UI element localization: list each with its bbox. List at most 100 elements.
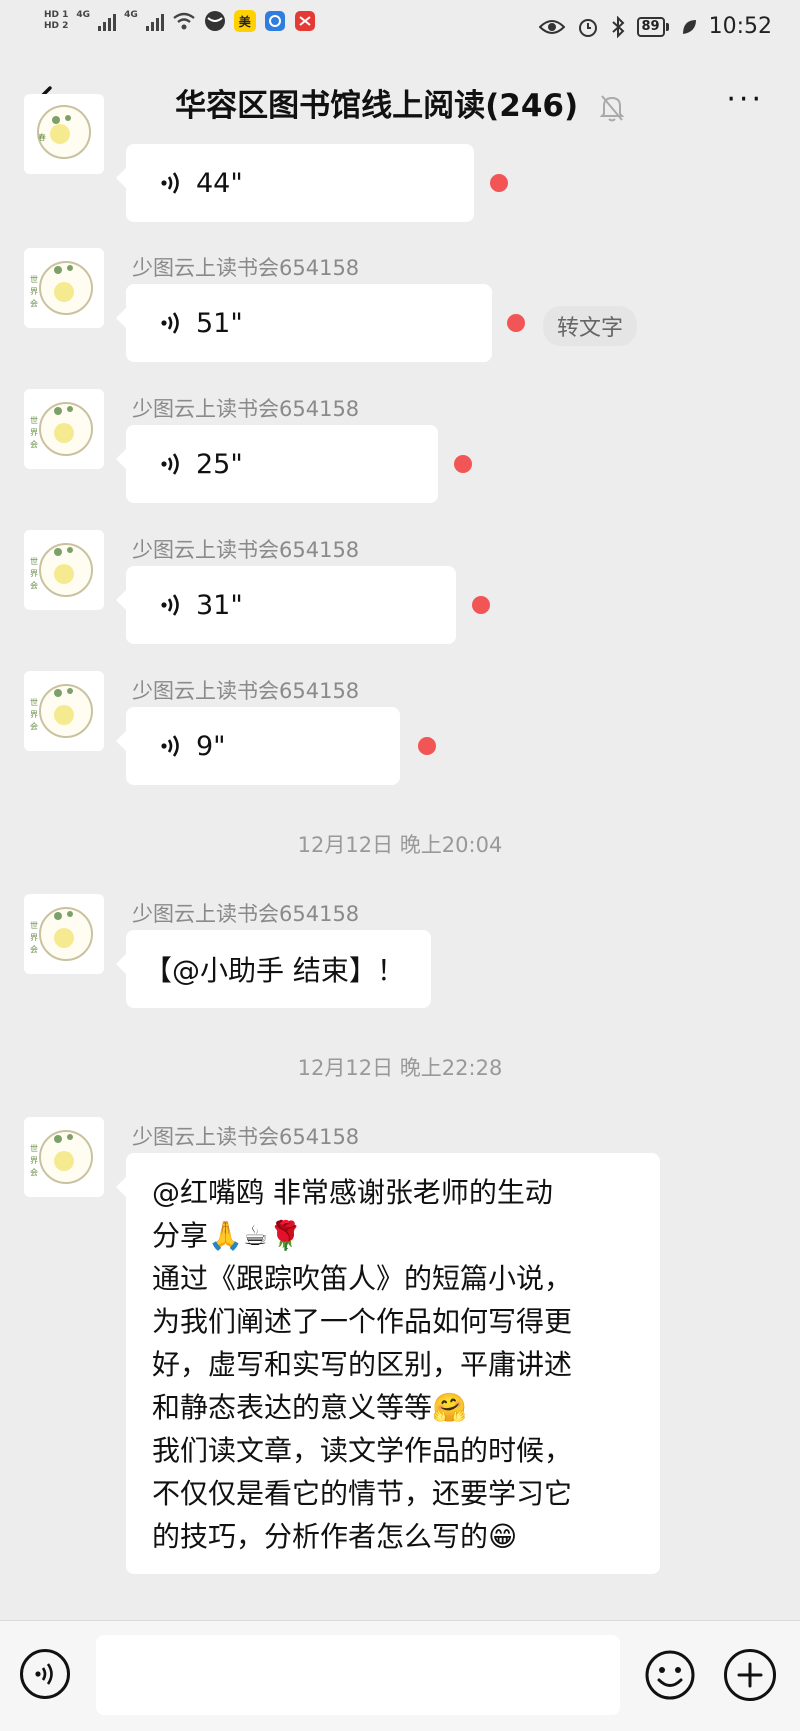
unread-dot [490, 174, 508, 192]
message-line: @红嘴鸥 非常感谢张老师的生动 [152, 1176, 553, 1209]
svg-text:会: 会 [30, 298, 38, 308]
wifi-icon [172, 12, 195, 30]
text-message-bubble[interactable]: @红嘴鸥 非常感谢张老师的生动 分享🙏☕🌹 通过《跟踪吹笛人》的短篇小说， 为我… [116, 1153, 660, 1574]
svg-text:世: 世 [30, 697, 38, 707]
meituan-app-icon: 美 [233, 10, 256, 32]
voice-message-bubble[interactable]: 25" [116, 425, 438, 503]
network-type-2: 4G [124, 10, 138, 20]
avatar[interactable]: 世界会 [24, 530, 104, 610]
message-line: 为我们阐述了一个作品如何写得更 [152, 1305, 573, 1338]
input-bar [0, 1620, 800, 1731]
bluetooth-icon [611, 15, 624, 38]
svg-text:会: 会 [30, 580, 38, 590]
avatar[interactable]: 世界会 [24, 248, 104, 328]
voice-duration: 25" [196, 448, 243, 480]
voice-duration: 9" [196, 730, 226, 762]
voice-message-bubble[interactable]: 44" [116, 144, 474, 222]
status-right: 89 10:52 [538, 14, 772, 39]
avatar[interactable]: 春 [24, 94, 104, 174]
avatar[interactable]: 世界会 [24, 1117, 104, 1197]
svg-text:界: 界 [30, 710, 38, 719]
voice-wave-icon [161, 594, 179, 616]
eye-icon [538, 19, 565, 34]
sender-name: 少图云上读书会654158 [132, 538, 360, 562]
voice-input-icon [35, 1663, 53, 1685]
svg-text:世: 世 [30, 415, 38, 425]
battery-icon: 89 [636, 16, 669, 37]
svg-text:界: 界 [30, 428, 38, 437]
grin-emoji-icon: 😁 [488, 1520, 518, 1553]
emoji-icons: 🙏☕🌹 [208, 1219, 303, 1252]
voice-duration: 44" [196, 167, 243, 199]
hug-emoji-icon: 🤗 [432, 1391, 467, 1424]
unread-dot [418, 737, 436, 755]
message-line: 通过《跟踪吹笛人》的短篇小说， [152, 1262, 573, 1295]
network-type-1: 4G [76, 10, 91, 20]
message-line: 的技巧，分析作者怎么写的😁 [152, 1520, 518, 1553]
svg-text:会: 会 [30, 439, 38, 449]
message-text: 【@小助手 结束】！ [144, 954, 405, 987]
clock: 10:52 [708, 14, 772, 39]
app-shield-icon [264, 11, 285, 31]
message-line: 和静态表达的意义等等🤗 [152, 1391, 467, 1424]
message-line: 不仅仅是看它的情节，还要学习它 [152, 1477, 573, 1510]
status-left: HD 1 HD 2 4G 4G 美 [44, 10, 316, 32]
message-line: 分享🙏☕🌹 [152, 1219, 303, 1252]
voice-duration: 31" [196, 589, 243, 621]
emoji-icon[interactable] [644, 1649, 696, 1701]
chat-header: 华容区图书馆线上阅读(246) ··· [0, 62, 800, 144]
convert-to-text-button[interactable]: 转文字 [543, 306, 638, 346]
chat-title: 华容区图书馆线上阅读(246) [175, 88, 579, 124]
svg-text:界: 界 [30, 287, 38, 296]
browser-app-icon [204, 11, 225, 31]
svg-text:春: 春 [38, 132, 46, 142]
svg-text:会: 会 [30, 944, 38, 954]
plus-icon[interactable] [724, 1649, 776, 1701]
svg-text:界: 界 [30, 1156, 38, 1165]
sender-name: 少图云上读书会654158 [132, 397, 360, 421]
svg-text:会: 会 [30, 1167, 38, 1177]
signal-icon-1 [98, 11, 117, 31]
hd-indicator: HD 1 HD 2 [44, 10, 69, 31]
voice-message-bubble[interactable]: 31" [116, 566, 456, 644]
more-icon[interactable]: ··· [726, 85, 764, 115]
voice-wave-icon [161, 312, 179, 334]
voice-wave-icon [161, 172, 179, 194]
alarm-icon [578, 18, 597, 37]
unread-dot [454, 455, 472, 473]
voice-message-bubble[interactable]: 9" [116, 707, 400, 785]
sender-name: 少图云上读书会654158 [132, 1125, 360, 1149]
avatar[interactable]: 世界会 [24, 671, 104, 751]
voice-message-bubble[interactable]: 51" [116, 284, 492, 362]
svg-text:界: 界 [30, 933, 38, 942]
voice-wave-icon [161, 735, 179, 757]
avatar[interactable]: 世界会 [24, 894, 104, 974]
svg-text:世: 世 [30, 920, 38, 930]
message-input[interactable] [96, 1635, 620, 1715]
voice-duration: 51" [196, 307, 243, 339]
signal-icon-2 [145, 11, 164, 31]
chat-title-area[interactable]: 华容区图书馆线上阅读(246) [0, 80, 800, 125]
svg-text:世: 世 [30, 274, 38, 284]
svg-text:界: 界 [30, 569, 38, 578]
svg-text:世: 世 [30, 1143, 38, 1153]
svg-text:世: 世 [30, 556, 38, 566]
sender-name: 少图云上读书会654158 [132, 256, 360, 280]
sender-name: 少图云上读书会654158 [132, 902, 360, 926]
status-bar: HD 1 HD 2 4G 4G 美 89 10:52 [0, 0, 800, 62]
voice-input-button[interactable] [20, 1649, 70, 1699]
voice-wave-icon [161, 453, 179, 475]
unread-dot [507, 314, 525, 332]
sender-name: 少图云上读书会654158 [132, 679, 360, 703]
leaf-icon [682, 19, 696, 34]
timestamp: 12月12日 晚上20:04 [297, 833, 503, 857]
message-line: 我们读文章，读文学作品的时候， [152, 1434, 573, 1467]
avatar[interactable]: 世界会 [24, 389, 104, 469]
app-red-icon [294, 11, 315, 31]
mute-bell-icon [599, 94, 625, 121]
message-line: 好，虚写和实写的区别，平庸讲述 [152, 1348, 573, 1381]
text-message-bubble[interactable]: 【@小助手 结束】！ [116, 930, 431, 1008]
unread-dot [472, 596, 490, 614]
svg-text:会: 会 [30, 721, 38, 731]
timestamp: 12月12日 晚上22:28 [297, 1056, 503, 1080]
